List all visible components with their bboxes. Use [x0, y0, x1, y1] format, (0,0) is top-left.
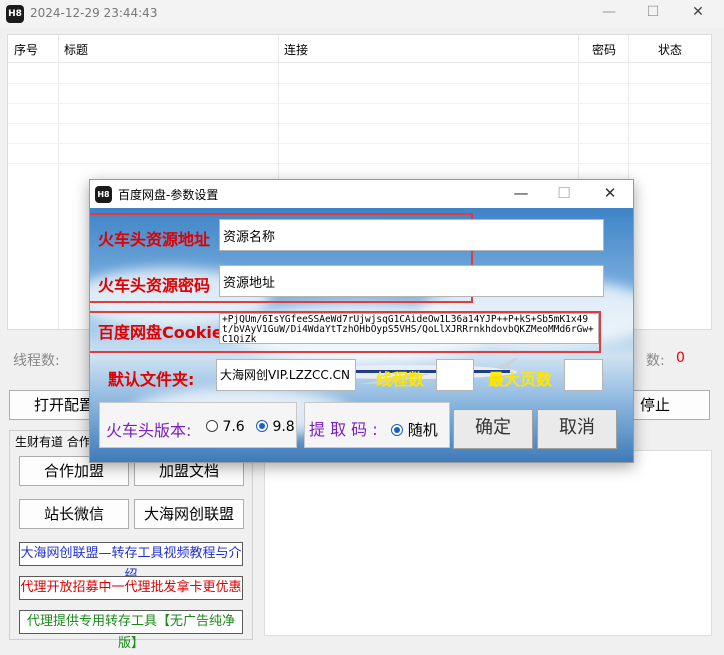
agent-recruit-link[interactable]: 代理开放招募中一代理批发拿卡更优惠 [19, 576, 243, 600]
resource-address-input[interactable]: 资源名称 [219, 219, 604, 251]
cookie-input[interactable]: +PjQUm/6IsYGfeeSSAeWd7rUjwjsqG1CAideOw1L… [219, 313, 599, 344]
maximize-icon[interactable]: ☐ [641, 4, 665, 20]
extract-code-panel: 提 取 码 : 随机 [304, 402, 450, 448]
max-pages-input[interactable] [564, 359, 603, 391]
default-folder-label: 默认文件夹: [108, 370, 195, 389]
dialog-title-bar: H8 百度网盘-参数设置 — ☐ ✕ [90, 180, 633, 208]
resource-address-label: 火车头资源地址 [98, 230, 211, 249]
resource-password-input[interactable]: 资源地址 [219, 265, 604, 297]
group-title: 生财有道 合作 [13, 433, 93, 450]
settings-dialog: H8 百度网盘-参数设置 — ☐ ✕ 火车头资源地址 资源名称 火车头资源密码 … [89, 179, 634, 463]
column-divider [58, 35, 59, 329]
header-title[interactable]: 标题 [64, 41, 88, 58]
threads-setting-label: 线程数 [376, 370, 425, 389]
threads-setting-input[interactable] [436, 359, 474, 391]
title-bar: H8 2024-12-29 23:44:43 — ☐ ✕ [0, 0, 724, 28]
table-header: 序号 标题 连接 密码 状态 [8, 35, 711, 63]
table-row [8, 143, 711, 144]
max-pages-label: 最大页数 [488, 370, 553, 389]
window-title: 2024-12-29 23:44:43 [30, 6, 158, 20]
version-panel: 火车头版本: 7.6 9.8 [99, 402, 297, 448]
minimize-icon[interactable]: — [597, 4, 621, 20]
threads-label: 线程数: [13, 353, 60, 369]
count-label: 数: [646, 353, 665, 369]
count-value: 0 [676, 350, 685, 366]
extract-code-label: 提 取 码 : [309, 420, 378, 439]
cancel-button[interactable]: 取消 [537, 409, 617, 449]
wechat-button[interactable]: 站长微信 [19, 499, 129, 529]
video-tutorial-link[interactable]: 大海网创联盟—转存工具视频教程与介绍 [19, 542, 243, 583]
version-option-9-8[interactable]: 9.8 [256, 419, 295, 435]
minimize-icon[interactable]: — [510, 184, 532, 202]
radio-icon [206, 420, 218, 432]
dialog-title: 百度网盘-参数设置 [118, 188, 219, 202]
cookie-label: 百度网盘Cookie [98, 323, 223, 342]
resource-password-label: 火车头资源密码 [98, 276, 211, 295]
app-icon: H8 [95, 186, 112, 203]
alliance-button[interactable]: 大海网创联盟 [134, 499, 244, 529]
table-row [8, 123, 711, 124]
header-index[interactable]: 序号 [14, 41, 38, 58]
close-icon[interactable]: ✕ [599, 184, 621, 202]
close-icon[interactable]: ✕ [686, 4, 710, 20]
agent-tool-link[interactable]: 代理提供专用转存工具【无广告纯净版】 [19, 610, 243, 651]
header-status[interactable]: 状态 [658, 41, 682, 58]
radio-selected-icon [256, 420, 268, 432]
version-label: 火车头版本: [106, 421, 192, 440]
log-output[interactable] [264, 450, 712, 636]
confirm-button[interactable]: 确定 [453, 409, 533, 449]
default-folder-input[interactable]: 大海网创VIP.LZZCC.CN [216, 359, 356, 391]
table-row [8, 103, 711, 104]
header-link[interactable]: 连接 [284, 41, 308, 58]
extract-code-random-option[interactable]: 随机 [391, 419, 438, 440]
maximize-icon[interactable]: ☐ [553, 184, 575, 202]
table-row [8, 163, 711, 164]
radio-selected-icon [391, 424, 403, 436]
version-option-7-6[interactable]: 7.6 [206, 419, 245, 435]
app-icon: H8 [6, 5, 24, 23]
table-row [8, 83, 711, 84]
header-password[interactable]: 密码 [592, 41, 616, 58]
